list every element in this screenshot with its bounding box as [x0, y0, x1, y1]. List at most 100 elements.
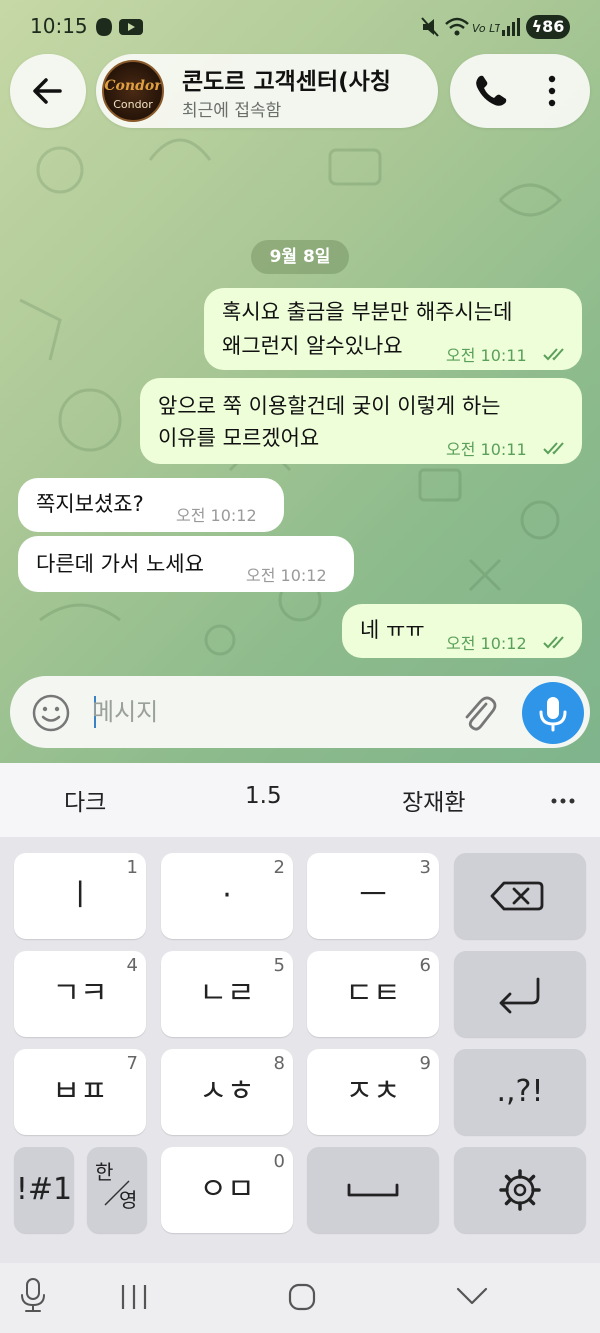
key-8[interactable]: ㅅㅎ 8	[161, 1049, 293, 1135]
enter-icon	[499, 977, 540, 1014]
voice-record-button[interactable]	[522, 682, 584, 744]
chevron-down-icon[interactable]	[452, 1277, 492, 1317]
chat-area: 10:15 Vo LTE ϟ86 Condor	[0, 0, 600, 763]
chat-title: 콘도르 고객센터(사칭	[182, 69, 391, 95]
notification-icon	[96, 18, 112, 36]
avatar[interactable]: Condor Condor	[102, 60, 164, 122]
more-horizontal-icon[interactable]	[550, 791, 580, 811]
suggestion-item[interactable]: 장재환	[402, 783, 465, 817]
key-number: 0	[273, 1151, 285, 1172]
key-0[interactable]: ㅇㅁ 0	[161, 1147, 293, 1233]
message-bubble-outgoing[interactable]: 혹시요 출금을 부분만 해주시는데 왜그런지 알수있나요 오전 10:11	[204, 288, 582, 370]
battery-level: 86	[542, 17, 565, 36]
message-time: 오전 10:12	[446, 634, 527, 653]
key-7[interactable]: ㅂㅍ 7	[14, 1049, 146, 1135]
avatar-logo-subtext: Condor	[113, 98, 153, 111]
key-number: 1	[126, 857, 138, 878]
message-text-line: 혹시요 출금을 부분만 해주시는데	[222, 300, 513, 324]
message-text-line: 쪽지보셨죠?	[36, 492, 144, 516]
key-label: ㅣ	[66, 878, 94, 913]
key-2[interactable]: · 2	[161, 853, 293, 939]
keyboard: 다크 1.5 장재환 ㅣ 1 · 2 ㅡ 3 ㄱㅋ 4 ㄴㄹ 5 ㄷㅌ 6 ㅂㅍ…	[0, 763, 600, 1333]
signal-icon	[502, 18, 520, 36]
key-number: 3	[419, 857, 431, 878]
key-6[interactable]: ㄷㅌ 6	[307, 951, 439, 1037]
keyboard-keys: ㅣ 1 · 2 ㅡ 3 ㄱㅋ 4 ㄴㄹ 5 ㄷㅌ 6 ㅂㅍ 7 ㅅㅎ 8 ㅈㅊ …	[0, 837, 600, 1263]
key-label: !#1	[15, 1172, 73, 1207]
key-number: 2	[273, 857, 285, 878]
backspace-icon	[490, 881, 544, 911]
key-number: 7	[126, 1053, 138, 1074]
youtube-icon	[119, 19, 143, 35]
settings-key[interactable]	[454, 1147, 586, 1233]
date-separator: 9월 8일	[251, 240, 349, 274]
message-text-line: 네 ㅠㅠ	[360, 618, 425, 642]
key-label: ㅅㅎ	[199, 1074, 255, 1109]
status-bar: 10:15 Vo LTE ϟ86	[0, 0, 600, 56]
lang-eng-label: 영	[119, 1188, 138, 1212]
suggestion-item[interactable]: 다크	[64, 783, 106, 817]
key-5[interactable]: ㄴㄹ 5	[161, 951, 293, 1037]
key-label: ㄱㅋ	[52, 976, 108, 1011]
message-text-line: 다른데 가서 노세요	[36, 552, 204, 576]
back-button[interactable]	[10, 54, 86, 128]
message-bubble-outgoing[interactable]: 네 ㅠㅠ 오전 10:12	[342, 604, 582, 658]
key-label: ·	[222, 878, 232, 913]
system-navigation-bar	[0, 1263, 600, 1333]
arrow-left-icon	[33, 78, 62, 104]
backspace-key[interactable]	[454, 853, 586, 939]
avatar-logo-text: Condor	[104, 78, 162, 94]
key-number: 4	[126, 955, 138, 976]
message-composer	[10, 676, 590, 748]
key-9[interactable]: ㅈㅊ 9	[307, 1049, 439, 1135]
read-receipt-icon	[543, 348, 564, 361]
battery-charging-icon: ϟ	[531, 17, 543, 36]
mute-icon	[421, 17, 439, 37]
language-switch-key[interactable]: 한 영	[87, 1147, 147, 1233]
recent-apps-icon[interactable]	[114, 1277, 154, 1317]
microphone-icon[interactable]	[18, 1275, 48, 1315]
microphone-icon	[539, 697, 567, 732]
message-bubble-incoming[interactable]: 쪽지보셨죠? 오전 10:12	[18, 478, 284, 532]
message-input[interactable]	[92, 688, 432, 736]
space-key[interactable]	[307, 1147, 439, 1233]
message-time: 오전 10:12	[246, 566, 327, 585]
key-3[interactable]: ㅡ 3	[307, 853, 439, 939]
svg-text:Vo LTE: Vo LTE	[472, 22, 500, 35]
message-bubble-outgoing[interactable]: 앞으로 쭉 이용할건데 궂이 이렇게 하는 이유를 모르겠어요 오전 10:11	[140, 378, 582, 464]
slash-divider-icon	[104, 1180, 130, 1206]
chat-header[interactable]: Condor Condor 콘도르 고객센터(사칭 최근에 접속함	[96, 54, 438, 128]
key-1[interactable]: ㅣ 1	[14, 853, 146, 939]
paperclip-icon[interactable]	[458, 692, 498, 736]
phone-icon[interactable]	[458, 54, 518, 128]
key-label: ㄴㄹ	[199, 976, 255, 1011]
key-label: ㄷㅌ	[345, 976, 401, 1011]
message-text-line: 왜그런지 알수있나요	[222, 334, 403, 358]
message-text-line: 이유를 모르겠어요	[158, 426, 320, 450]
symbols-key[interactable]: !#1	[14, 1147, 74, 1233]
key-4[interactable]: ㄱㅋ 4	[14, 951, 146, 1037]
key-label: ㅇㅁ	[199, 1172, 255, 1207]
space-icon	[347, 1183, 399, 1197]
status-time: 10:15	[30, 14, 88, 38]
punctuation-key[interactable]: .,?!	[454, 1049, 586, 1135]
emoji-icon[interactable]	[30, 692, 72, 734]
enter-key[interactable]	[454, 951, 586, 1037]
key-label: ㅈㅊ	[345, 1074, 401, 1109]
key-label: .,?!	[496, 1074, 544, 1109]
message-time: 오전 10:12	[176, 506, 257, 525]
home-icon[interactable]	[282, 1277, 322, 1317]
read-receipt-icon	[543, 636, 564, 649]
message-time: 오전 10:11	[446, 346, 527, 365]
key-label: ㅡ	[359, 878, 387, 913]
more-vertical-icon[interactable]	[532, 54, 572, 128]
suggestion-item[interactable]: 1.5	[245, 783, 282, 809]
key-number: 5	[273, 955, 285, 976]
header-actions	[450, 54, 590, 128]
message-time: 오전 10:11	[446, 440, 527, 459]
message-bubble-incoming[interactable]: 다른데 가서 노세요 오전 10:12	[18, 536, 354, 592]
read-receipt-icon	[543, 442, 564, 455]
key-number: 6	[419, 955, 431, 976]
suggestion-bar: 다크 1.5 장재환	[0, 763, 600, 837]
chat-subtitle: 최근에 접속함	[182, 101, 282, 121]
